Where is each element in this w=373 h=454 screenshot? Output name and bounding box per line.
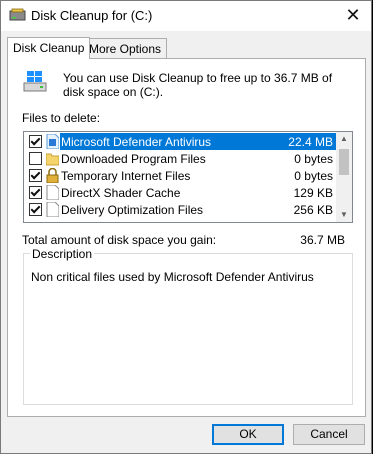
cancel-button[interactable]: Cancel [293, 424, 365, 445]
list-item[interactable]: Downloaded Program Files 0 bytes [24, 150, 337, 167]
defender-file-icon [46, 134, 59, 149]
total-space-label: Total amount of disk space you gain: [22, 233, 217, 247]
list-scrollbar[interactable]: ▲ ▼ [336, 132, 352, 222]
file-size: 256 KB [293, 203, 333, 217]
lock-icon [46, 168, 59, 183]
checkbox[interactable] [29, 152, 42, 165]
file-name: Delivery Optimization Files [61, 203, 204, 217]
file-size: 129 KB [293, 186, 333, 200]
file-icon [46, 185, 59, 200]
scroll-up-icon[interactable]: ▲ [336, 132, 352, 146]
disk-cleanup-panel: You can use Disk Cleanup to free up to 3… [7, 58, 366, 417]
checkbox[interactable] [29, 186, 42, 199]
file-size: 22.4 MB [288, 135, 333, 149]
total-space-value: 36.7 MB [300, 233, 345, 247]
intro-text: You can use Disk Cleanup to free up to 3… [63, 71, 333, 99]
file-icon [46, 202, 59, 217]
disk-cleanup-window: Disk Cleanup for (C:) ✕ Disk Cleanup Mor… [0, 0, 372, 454]
file-name: Downloaded Program Files [61, 152, 206, 166]
file-name: Microsoft Defender Antivirus [61, 135, 212, 149]
drive-icon [23, 71, 47, 92]
description-group: Description Non critical files used by M… [23, 247, 353, 405]
scroll-down-icon[interactable]: ▼ [336, 208, 352, 222]
window-title: Disk Cleanup for (C:) [31, 8, 153, 23]
checkbox[interactable] [29, 135, 42, 148]
scroll-thumb[interactable] [339, 149, 349, 175]
close-icon: ✕ [345, 5, 361, 25]
ok-button[interactable]: OK [212, 424, 284, 445]
list-item[interactable]: DirectX Shader Cache 129 KB [24, 184, 337, 201]
file-size: 0 bytes [294, 169, 333, 183]
checkbox[interactable] [29, 203, 42, 216]
disk-cleanup-app-icon [9, 8, 26, 21]
files-list[interactable]: Microsoft Defender Antivirus 22.4 MB Dow… [23, 131, 353, 223]
folder-icon [46, 153, 59, 166]
tab-more-options[interactable]: More Options [83, 38, 168, 58]
files-to-delete-label: Files to delete: [22, 111, 101, 125]
checkbox[interactable] [29, 169, 42, 182]
tab-disk-cleanup[interactable]: Disk Cleanup [7, 37, 91, 59]
file-size: 0 bytes [294, 152, 333, 166]
file-name: Temporary Internet Files [61, 169, 191, 183]
description-legend: Description [30, 247, 95, 261]
list-item[interactable]: Microsoft Defender Antivirus 22.4 MB [24, 133, 337, 150]
close-button[interactable]: ✕ [343, 5, 363, 25]
list-item[interactable]: Delivery Optimization Files 256 KB [24, 201, 337, 218]
file-name: DirectX Shader Cache [61, 186, 181, 200]
list-item[interactable]: Temporary Internet Files 0 bytes [24, 167, 337, 184]
description-text: Non critical files used by Microsoft Def… [31, 270, 314, 284]
title-bar[interactable]: Disk Cleanup for (C:) ✕ [1, 1, 371, 31]
